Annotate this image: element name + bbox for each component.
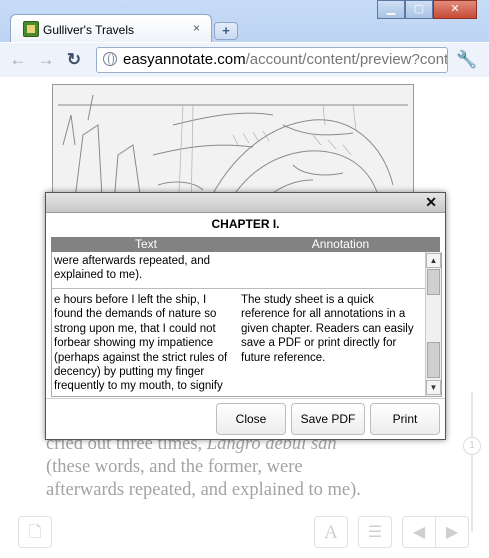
study-sheet-dialog: ✕ CHAPTER I. Text Annotation were afterw…	[45, 192, 446, 440]
print-button[interactable]: Print	[370, 403, 440, 435]
scroll-thumb-lower[interactable]	[427, 342, 440, 378]
prev-page-button[interactable]: ◀	[402, 516, 436, 548]
url-text[interactable]: easyannotate.com/account/content/preview…	[123, 51, 448, 68]
scroll-up-arrow[interactable]: ▲	[426, 253, 441, 268]
browser-chrome: Gulliver's Travels × + ▁ ▢ ✕ ← → ↻ easya…	[0, 0, 489, 77]
dialog-titlebar[interactable]: ✕	[46, 193, 445, 213]
tab-close-icon[interactable]: ×	[193, 21, 200, 35]
browser-tab[interactable]: Gulliver's Travels ×	[10, 14, 212, 43]
save-pdf-button[interactable]: Save PDF	[291, 403, 365, 435]
minimize-button[interactable]: ▁	[377, 0, 405, 19]
browser-toolbar: ← → ↻ easyannotate.com/account/content/p…	[0, 42, 489, 77]
close-button[interactable]: Close	[216, 403, 286, 435]
next-page-button[interactable]: ▶	[435, 516, 469, 548]
url-host: easyannotate.com	[123, 51, 246, 68]
page-slider-knob[interactable]: 1	[463, 437, 481, 455]
address-bar[interactable]: easyannotate.com/account/content/preview…	[96, 47, 448, 73]
reader-bottom-bar: 🗋 A ☰ ◀ ▶	[0, 510, 489, 558]
chapter-title: CHAPTER I.	[211, 217, 280, 231]
window-controls: ▁ ▢ ✕	[377, 0, 477, 19]
table-scrollbar[interactable]: ▲ ▼	[425, 252, 441, 396]
page-icon-button[interactable]: 🗋	[18, 516, 52, 548]
table-row: were afterwards repeated, and explained …	[52, 252, 425, 289]
scroll-thumb[interactable]	[427, 269, 440, 295]
book-text-line3: afterwards repeated, and explained to me…	[46, 480, 361, 500]
wrench-icon[interactable]: 🔧	[456, 50, 477, 70]
globe-icon	[103, 52, 117, 66]
table-row: e hours before I left the ship, I found …	[52, 289, 425, 396]
font-size-button[interactable]: A	[314, 516, 348, 548]
scroll-down-arrow[interactable]: ▼	[426, 380, 441, 395]
row-annotation-cell: The study sheet is a quick reference for…	[241, 294, 414, 364]
forward-button[interactable]: →	[36, 50, 56, 70]
annotation-table-body[interactable]: were afterwards repeated, and explained …	[51, 252, 442, 397]
book-text-line2: (these words, and the former, were	[46, 457, 303, 477]
favicon-icon	[23, 21, 39, 37]
url-path: /account/content/preview?conten	[245, 51, 448, 68]
new-tab-button[interactable]: +	[214, 22, 238, 40]
row-text-cell: were afterwards repeated, and explained …	[54, 255, 210, 282]
back-button[interactable]: ←	[8, 50, 28, 70]
book-text-background: cried out three times, Langro debul san …	[46, 433, 466, 502]
column-header-annotation: Annotation	[311, 237, 370, 251]
column-header-text: Text	[134, 237, 157, 251]
row-text-cell: e hours before I left the ship, I found …	[54, 294, 228, 393]
reload-button[interactable]: ↻	[64, 50, 84, 70]
tab-title: Gulliver's Travels	[43, 23, 134, 37]
window-close-button[interactable]: ✕	[433, 0, 477, 19]
maximize-button[interactable]: ▢	[405, 0, 433, 19]
annotation-table-header: Text Annotation	[51, 237, 440, 252]
dialog-close-icon[interactable]: ✕	[425, 194, 437, 210]
dialog-footer: Close Save PDF Print	[46, 398, 445, 439]
list-icon-button[interactable]: ☰	[358, 516, 392, 548]
